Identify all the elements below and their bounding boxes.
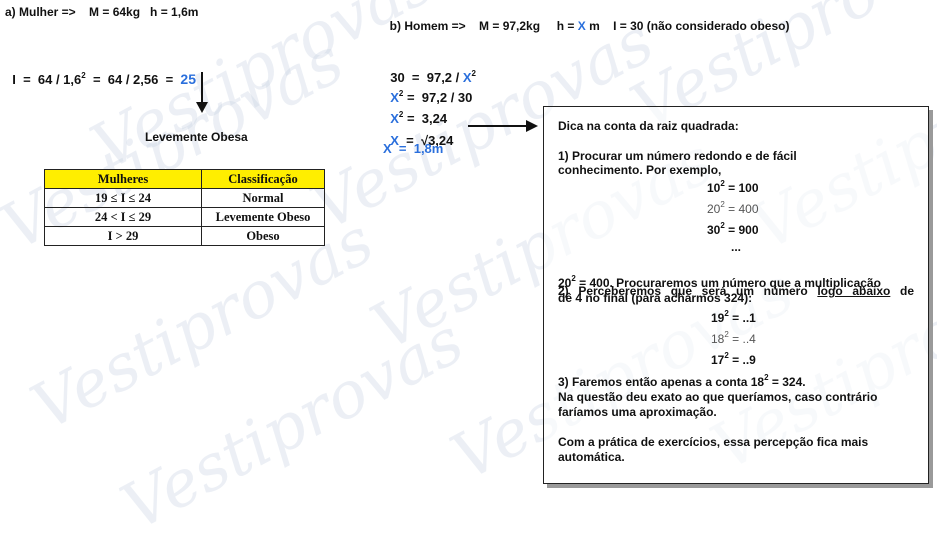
tip-p2: dê 4 no final (para acharmos 324): <box>558 291 753 305</box>
tip-title: Dica na conta da raiz quadrada: <box>558 119 739 133</box>
table-cell: 19 ≤ I ≤ 24 <box>44 188 202 208</box>
part-a-equation: I = 64 / 1,62 = 64 / 2,56 = 25 <box>5 56 196 87</box>
eq-prefix: I = 64 / 1,6 <box>12 72 82 87</box>
tip-p3: Na questão deu exato ao que queríamos, c… <box>558 390 878 404</box>
square-example: 172 = ..9 <box>711 351 756 368</box>
square-example: 202 = 400 <box>707 200 759 217</box>
eq-result: 25 <box>180 71 196 87</box>
tip-p2: 202 = 400. Procuraremos um número que a … <box>558 274 881 291</box>
tip-p3: 3) Faremos então apenas a conta 182 = 32… <box>558 373 806 390</box>
table-header: Classificação <box>201 169 325 189</box>
header-x: X <box>577 19 586 33</box>
table-header-row: Mulheres Classificação <box>44 169 325 189</box>
watermark: Vestiprovas <box>110 304 476 545</box>
table-header: Mulheres <box>44 169 202 189</box>
table-row: I > 29 Obeso <box>44 226 325 246</box>
tip-p4: Com a prática de exercícios, essa percep… <box>558 435 869 449</box>
tip-p3: faríamos uma aproximação. <box>558 405 717 419</box>
part-a-header: a) Mulher => M = 64kg h = 1,6m <box>5 5 199 19</box>
ellipsis: ... <box>731 240 742 254</box>
table-row: 19 ≤ I ≤ 24 Normal <box>44 188 325 208</box>
tip-p1: 1) Procurar um número redondo e de fácil <box>558 149 797 163</box>
down-arrow-icon <box>196 72 208 113</box>
square-example: 102 = 100 <box>707 179 759 196</box>
table-cell: I > 29 <box>44 226 202 246</box>
header-text: b) Homem => M = 97,2kg h = <box>389 19 578 33</box>
tip-p4: automática. <box>558 450 625 464</box>
b-line-5: X = 1,8m <box>383 141 444 156</box>
right-arrow-icon <box>468 120 538 132</box>
header-text: m I = 30 (não considerado obeso) <box>585 19 790 33</box>
table-row: 24 < I ≤ 29 Levemente Obeso <box>44 207 325 227</box>
table-cell: Obeso <box>201 226 325 246</box>
square-example: 182 = ..4 <box>711 330 756 347</box>
square-example: 192 = ..1 <box>711 309 756 326</box>
classification-table: Mulheres Classificação 19 ≤ I ≤ 24 Norma… <box>44 169 325 246</box>
eq-middle: = 64 / 2,56 = <box>85 72 181 87</box>
table-cell: Normal <box>201 188 325 208</box>
table-cell: Levemente Obeso <box>201 207 325 227</box>
part-b-header: b) Homem => M = 97,2kg h = X m I = 30 (n… <box>383 5 790 33</box>
table-cell: 24 < I ≤ 29 <box>44 207 202 227</box>
result-label: Levemente Obesa <box>145 130 248 144</box>
tip-p1: conhecimento. Por exemplo, <box>558 163 722 177</box>
square-example: 302 = 900 <box>707 221 759 238</box>
